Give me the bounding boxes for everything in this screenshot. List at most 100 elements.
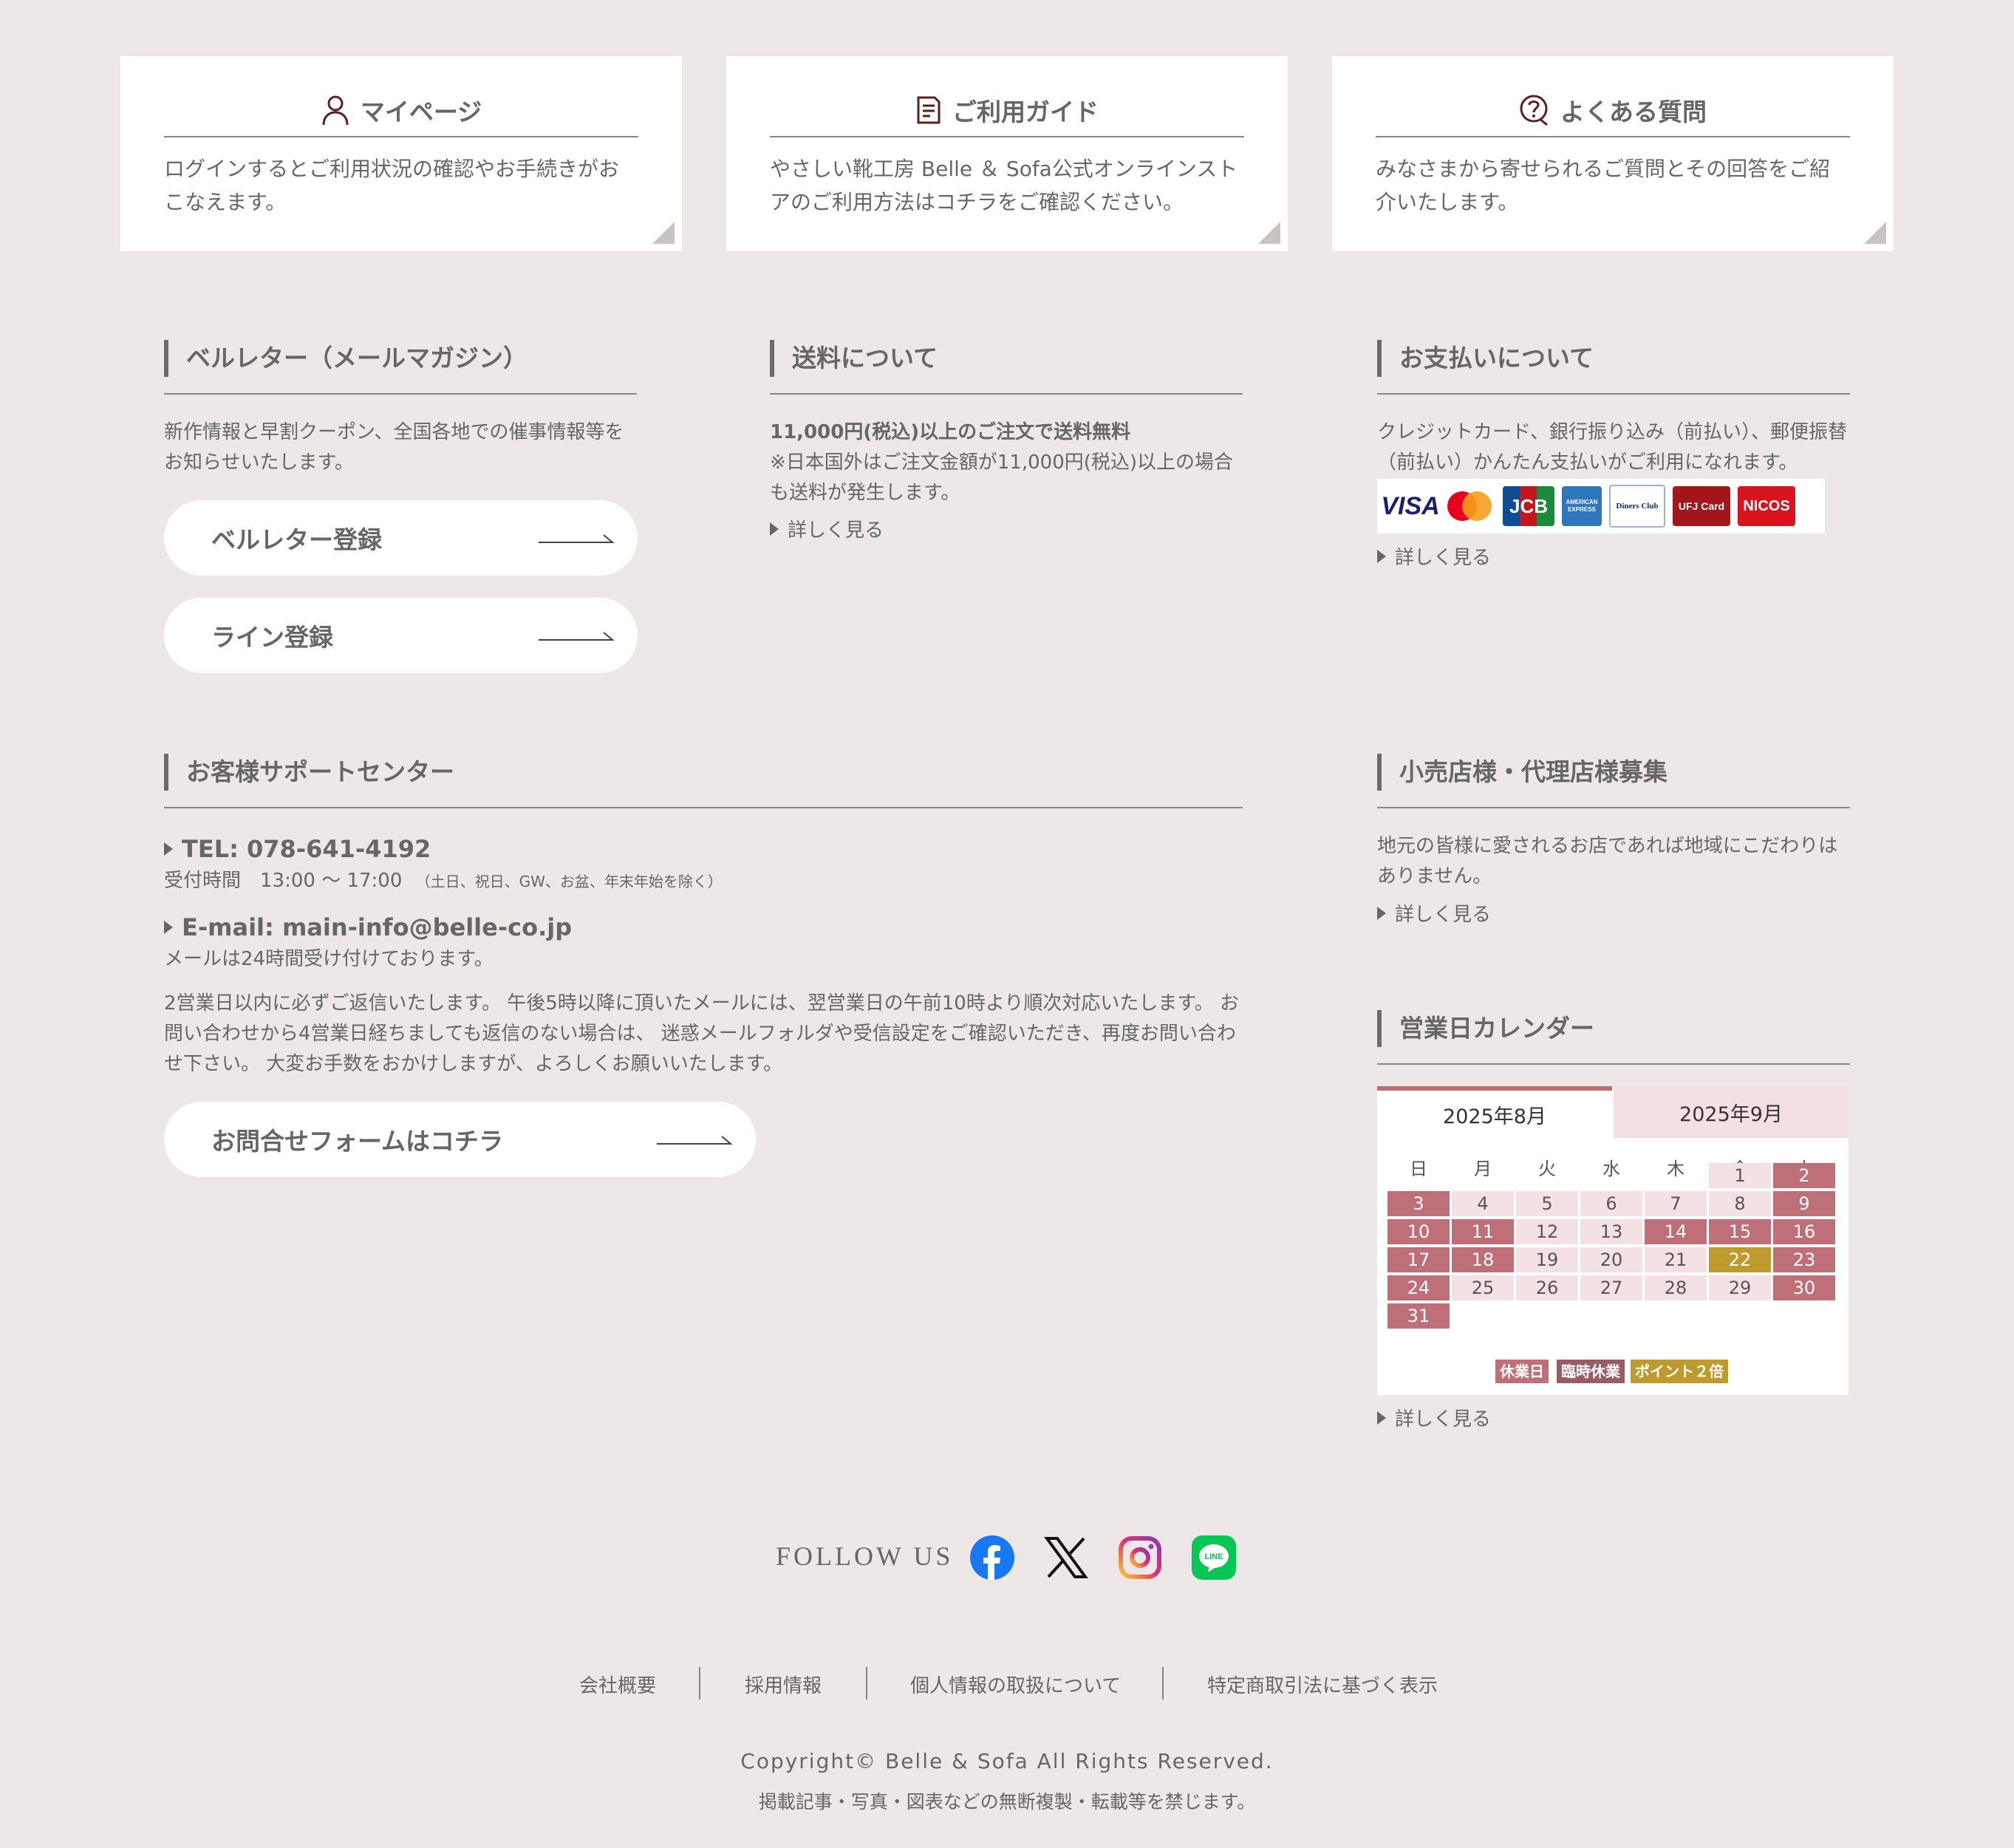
mypage-card[interactable]: マイページ ログインするとご利用状況の確認やお手続きがおこなえます。	[120, 56, 682, 251]
weekday-label: 火	[1538, 1159, 1556, 1179]
line-icon[interactable]: LINE	[1192, 1535, 1236, 1580]
footer-link-recruit[interactable]: 採用情報	[745, 1671, 822, 1698]
triangle-right-icon	[1377, 549, 1386, 563]
faq-card-title: よくある質問	[1376, 84, 1850, 137]
mypage-card-title: マイページ	[164, 84, 638, 137]
support-email-note: メールは24時間受け付けております。	[164, 948, 494, 970]
calendar-heading: 営業日カレンダー	[1377, 1010, 1594, 1047]
user-icon	[322, 95, 349, 126]
divider	[1377, 393, 1850, 395]
shipping-heading: 送料について	[770, 340, 938, 377]
calendar-day: 21	[1645, 1247, 1707, 1272]
calendar-day: 30	[1773, 1275, 1835, 1300]
calendar-day: 16	[1773, 1219, 1835, 1244]
mypage-title-text: マイページ	[360, 98, 482, 126]
payment-more-label: 詳しく見る	[1395, 547, 1492, 569]
calendar-day: 26	[1516, 1275, 1578, 1300]
jcb-logo: JCB	[1503, 486, 1554, 526]
calendar-day: 17	[1387, 1247, 1450, 1272]
calendar-day: 28	[1645, 1275, 1707, 1300]
mypage-description: ログインするとご利用状況の確認やお手続きがおこなえます。	[164, 157, 620, 214]
calendar-day: 9	[1773, 1191, 1835, 1216]
newsletter-text: 新作情報と早割クーポン、全国各地での催事情報等をお知らせいたします。	[164, 421, 624, 474]
calendar-day: 14	[1645, 1219, 1707, 1244]
retail-text: 地元の皆様に愛されるお店であれば地域にこだわりはありません。	[1377, 835, 1838, 887]
footer-divider	[866, 1667, 867, 1699]
copy-notice: 掲載記事・写真・図表などの無断複製・転載等を禁じます。	[758, 1791, 1256, 1813]
support-tel-link[interactable]: TEL: 078-641-4192	[164, 835, 431, 863]
tab-september-label: 2025年9月	[1679, 1102, 1783, 1126]
calendar-day: 25	[1452, 1275, 1514, 1300]
calendar-more-label: 詳しく見る	[1395, 1408, 1492, 1431]
copyright: Copyright© Belle & Sofa All Rights Reser…	[740, 1749, 1274, 1773]
triangle-right-icon	[164, 921, 173, 934]
footer-divider	[1162, 1667, 1164, 1699]
payment-text: クレジットカード、銀行振り込み（前払い）、郵便振替（前払い）かんたん支払いがご利…	[1377, 421, 1847, 474]
nicos-logo: NICOS	[1738, 486, 1795, 526]
newsletter-signup-label: ベルレター登録	[211, 525, 382, 554]
retail-more-link[interactable]: 詳しく見る	[1377, 899, 1491, 927]
calendar-more-link[interactable]: 詳しく見る	[1377, 1404, 1491, 1431]
support-tel: TEL: 078-641-4192	[182, 835, 431, 863]
tab-august[interactable]: 2025年8月	[1377, 1086, 1612, 1138]
contact-form-label: お問合せフォームはコチラ	[211, 1127, 504, 1156]
document-icon	[917, 96, 941, 124]
guide-card-title: ご利用ガイド	[770, 84, 1244, 137]
shipping-more-link[interactable]: 詳しく見る	[770, 515, 884, 542]
calendar-day: 12	[1516, 1219, 1578, 1244]
footer-link-commerce[interactable]: 特定商取引法に基づく表示	[1207, 1671, 1438, 1698]
calendar-day: 13	[1580, 1219, 1642, 1244]
divider	[1377, 807, 1850, 808]
weekday-label: 木	[1667, 1159, 1684, 1179]
faq-description: みなさまから寄せられるご質問とその回答をご紹介いたします。	[1376, 157, 1831, 214]
footer-divider	[699, 1667, 700, 1699]
corner-decoration	[1258, 222, 1280, 244]
instagram-icon[interactable]	[1118, 1535, 1162, 1580]
contact-form-button[interactable]: お問合せフォームはコチラ	[164, 1102, 756, 1177]
faq-title-text: よくある質問	[1560, 98, 1707, 126]
newsletter-signup-button[interactable]: ベルレター登録	[164, 500, 638, 576]
payment-heading: お支払いについて	[1377, 340, 1594, 377]
calendar-day: 1	[1709, 1163, 1771, 1188]
support-hours-note: （土日、祝日、GW、お盆、年末年始を除く）	[415, 873, 723, 890]
calendar-day: 31	[1387, 1303, 1450, 1329]
follow-us-label: FOLLOW US	[776, 1541, 954, 1571]
footer-link-privacy[interactable]: 個人情報の取扱について	[910, 1671, 1121, 1698]
divider	[1377, 1063, 1850, 1065]
shipping-free-notice: 11,000円(税込)以上のご注文で送料無料	[770, 421, 1131, 443]
ufj-logo: UFJ Card	[1673, 486, 1730, 526]
calendar-day: 18	[1452, 1247, 1514, 1272]
business-calendar: 2025年8月 2025年9月 日月火水木金土12345678910111213…	[1377, 1086, 1849, 1395]
line-signup-label: ライン登録	[211, 623, 333, 652]
guide-description: やさしい靴工房 Belle ＆ Sofa公式オンラインストアのご利用方法はコチラ…	[770, 157, 1238, 214]
visa-logo: VISA	[1381, 491, 1440, 520]
corner-decoration	[1864, 222, 1886, 244]
guide-title-text: ご利用ガイド	[952, 98, 1099, 126]
shipping-text: ※日本国外はご注文金額が11,000円(税込)以上の場合も送料が発生します。	[770, 451, 1234, 504]
calendar-day: 27	[1580, 1275, 1642, 1300]
weekday-label: 月	[1474, 1159, 1492, 1179]
legend-points: ポイント２倍	[1631, 1360, 1728, 1383]
calendar-day: 29	[1709, 1275, 1771, 1300]
tab-september[interactable]: 2025年9月	[1614, 1086, 1849, 1138]
faq-card[interactable]: よくある質問 みなさまから寄せられるご質問とその回答をご紹介いたします。	[1332, 56, 1894, 251]
payment-card-logos: VISA JCB AMERICAN EXPRESS Diners Club UF…	[1377, 479, 1825, 533]
calendar-day: 4	[1452, 1191, 1514, 1216]
triangle-right-icon	[1377, 906, 1386, 920]
diners-logo: Diners Club	[1609, 485, 1665, 528]
guide-card[interactable]: ご利用ガイド やさしい靴工房 Belle ＆ Sofa公式オンラインストアのご利…	[726, 56, 1288, 251]
facebook-icon[interactable]	[970, 1535, 1014, 1580]
payment-more-link[interactable]: 詳しく見る	[1377, 542, 1491, 570]
line-signup-button[interactable]: ライン登録	[164, 598, 638, 673]
calendar-day: 11	[1452, 1219, 1514, 1244]
retail-more-label: 詳しく見る	[1395, 904, 1492, 926]
calendar-day: 22	[1709, 1247, 1771, 1272]
x-icon[interactable]	[1044, 1535, 1088, 1580]
calendar-day: 2	[1773, 1163, 1835, 1188]
divider	[770, 393, 1243, 395]
calendar-day: 10	[1387, 1219, 1450, 1244]
calendar-day: 7	[1645, 1191, 1707, 1216]
footer-link-company[interactable]: 会社概要	[579, 1671, 656, 1698]
support-email-link[interactable]: E-mail: main-info@belle-co.jp	[164, 913, 572, 941]
divider	[164, 807, 1243, 808]
